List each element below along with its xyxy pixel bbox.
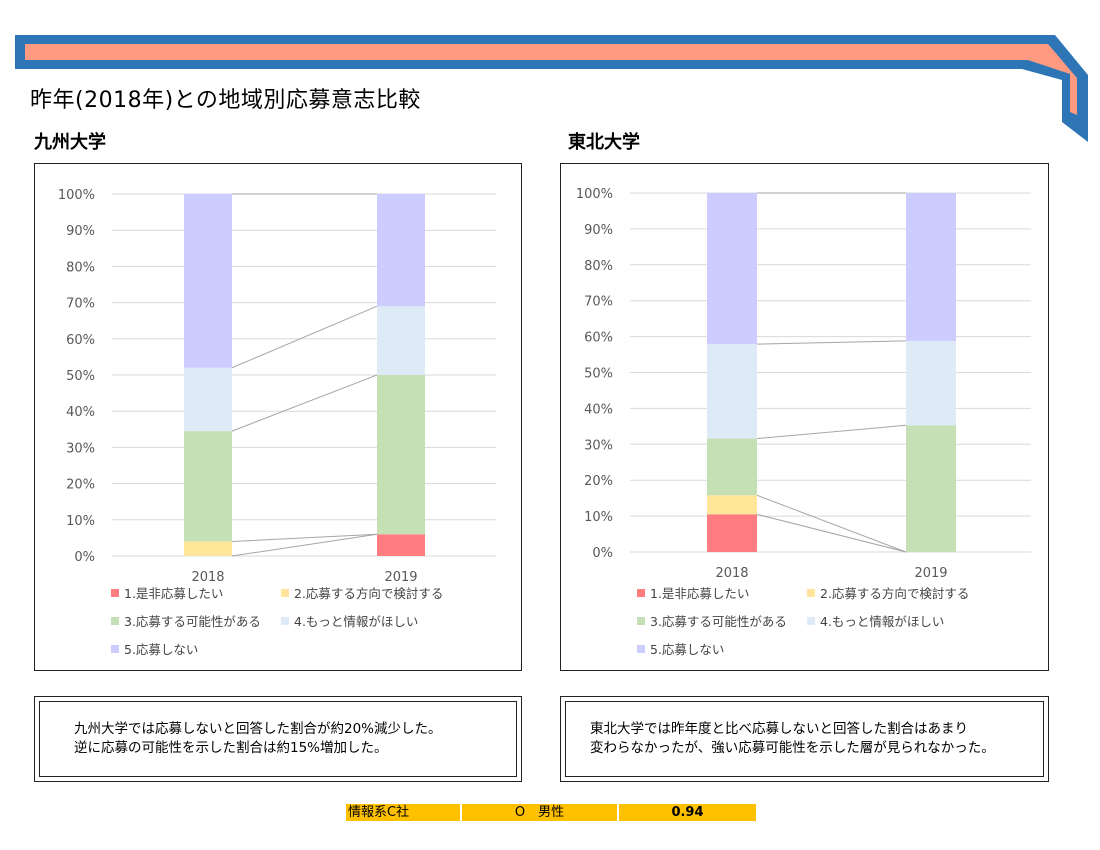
page-title: 昨年(2018年)との地域別応募意志比較 xyxy=(30,88,421,113)
x-tick-label: 2019 xyxy=(914,566,947,581)
y-tick-label: 40% xyxy=(584,402,613,417)
bar-segment xyxy=(707,193,757,345)
legend-label: 3.応募する可能性がある xyxy=(650,614,787,629)
y-tick-label: 40% xyxy=(66,405,95,420)
legend-item: 4.もっと情報がほしい xyxy=(281,611,418,630)
footer-person: O 男性 xyxy=(462,804,619,821)
y-tick-label: 30% xyxy=(584,438,613,453)
y-tick-label: 80% xyxy=(584,259,613,274)
footer-score: 0.94 xyxy=(619,804,756,821)
legend-label: 2.応募する方向で検討する xyxy=(820,586,970,601)
chart-kyushu: 0% 10% 20% 30% 40% 50% 60% 70% 80% 90% 100% 2018 201… xyxy=(34,163,522,671)
bar-segment xyxy=(707,495,757,515)
chart-title-kyushu: 九州大学 xyxy=(34,132,106,153)
y-tick-label: 20% xyxy=(584,474,613,489)
bar-segment xyxy=(377,194,425,307)
legend-item: 4.もっと情報がほしい xyxy=(807,611,944,630)
bar-segment xyxy=(184,431,232,542)
legend-label: 4.もっと情報がほしい xyxy=(294,614,419,629)
legend-swatch xyxy=(111,588,119,597)
series-connector xyxy=(756,424,907,440)
bar-segment xyxy=(707,438,757,496)
legend-swatch xyxy=(111,644,119,653)
y-tick-label: 90% xyxy=(66,224,95,239)
x-tick-label: 2018 xyxy=(715,566,748,581)
legend-label: 3.応募する可能性がある xyxy=(124,614,261,629)
series-connector xyxy=(756,494,907,553)
y-tick-label: 70% xyxy=(584,295,613,310)
y-tick-label: 30% xyxy=(66,441,95,456)
legend-item: 1.是非応募したい xyxy=(111,583,223,602)
y-tick-label: 90% xyxy=(584,223,613,238)
note-box-kyushu: 九州大学では応募しないと回答した割合が約20%減少した。 逆に応募の可能性を示し… xyxy=(34,696,522,782)
y-tick-label: 50% xyxy=(584,367,613,382)
chart-tohoku-plot: 0% 10% 20% 30% 40% 50% 60% 70% 80% 90% 100% 2018 201… xyxy=(576,187,1031,581)
legend-item: 2.応募する方向で検討する xyxy=(807,583,969,602)
y-tick-label: 10% xyxy=(66,514,95,529)
y-tick-label: 0% xyxy=(74,550,95,565)
y-tick-label: 100% xyxy=(576,187,613,202)
y-tick-label: 0% xyxy=(592,546,613,561)
legend-swatch xyxy=(111,616,119,625)
legend-swatch xyxy=(807,616,815,625)
bar-segment xyxy=(184,541,232,556)
legend-item: 2.応募する方向で検討する xyxy=(281,583,443,602)
legend-swatch xyxy=(637,644,645,653)
legend-item: 5.応募しない xyxy=(111,639,198,658)
bar-segment xyxy=(377,306,425,375)
legend-label: 5.応募しない xyxy=(124,642,199,657)
legend-label: 2.応募する方向で検討する xyxy=(294,586,444,601)
bar-segment xyxy=(377,534,425,556)
chart-kyushu-plot: 0%10%20%30%40%50%60%70%80%90%100%2018 201… xyxy=(58,188,496,585)
bar-segment xyxy=(906,425,956,552)
y-tick-label: 20% xyxy=(66,478,95,493)
y-tick-label: 80% xyxy=(66,260,95,275)
series-connector xyxy=(231,305,378,369)
bar-segment xyxy=(184,194,232,368)
note-box-tohoku: 東北大学では昨年度と比べ応募しないと回答した割合はあまり 変わらなかったが、強い… xyxy=(560,696,1049,782)
legend-item: 3.応募する可能性がある xyxy=(637,611,787,630)
footer-company: 情報系C社 xyxy=(346,804,462,821)
legend-item: 5.応募しない xyxy=(637,639,724,658)
y-tick-label: 50% xyxy=(66,369,95,384)
legend-label: 1.是非応募したい xyxy=(124,586,224,601)
y-tick-label: 60% xyxy=(584,331,613,346)
legend-label: 5.応募しない xyxy=(650,642,725,657)
y-tick-label: 10% xyxy=(584,510,613,525)
note-kyushu-line-2: 逆に応募の可能性を示した割合は約15%増加した。 xyxy=(74,740,388,756)
y-tick-label: 60% xyxy=(66,333,95,348)
header-banner xyxy=(15,35,1088,142)
series-connector xyxy=(231,374,378,432)
bar-segment xyxy=(906,340,956,426)
legend-swatch xyxy=(807,588,815,597)
footer-bar: 情報系C社 O 男性 0.94 xyxy=(346,804,756,821)
note-tohoku-line-2: 変わらなかったが、強い応募可能性を示した層が見られなかった。 xyxy=(590,740,995,756)
y-tick-label: 70% xyxy=(66,297,95,312)
chart-tohoku: 0% 10% 20% 30% 40% 50% 60% 70% 80% 90% 100% 2018 201… xyxy=(560,163,1049,671)
legend-swatch xyxy=(637,588,645,597)
series-connector xyxy=(756,340,907,345)
legend-swatch xyxy=(637,616,645,625)
y-tick-label: 100% xyxy=(58,188,95,203)
bar-segment xyxy=(707,344,757,439)
legend-swatch xyxy=(281,588,289,597)
bar-segment xyxy=(377,375,425,535)
bar-segment xyxy=(184,367,232,432)
bar-segment xyxy=(906,193,956,341)
note-kyushu-line-1: 九州大学では応募しないと回答した割合が約20%減少した。 xyxy=(74,721,442,737)
legend-swatch xyxy=(281,616,289,625)
legend-item: 3.応募する可能性がある xyxy=(111,611,261,630)
bar-segment xyxy=(707,514,757,552)
legend-label: 4.もっと情報がほしい xyxy=(820,614,945,629)
legend-item: 1.是非応募したい xyxy=(637,583,749,602)
note-tohoku-line-1: 東北大学では昨年度と比べ応募しないと回答した割合はあまり xyxy=(590,721,968,737)
legend-label: 1.是非応募したい xyxy=(650,586,750,601)
chart-title-tohoku: 東北大学 xyxy=(568,132,640,153)
series-connector xyxy=(756,513,907,553)
